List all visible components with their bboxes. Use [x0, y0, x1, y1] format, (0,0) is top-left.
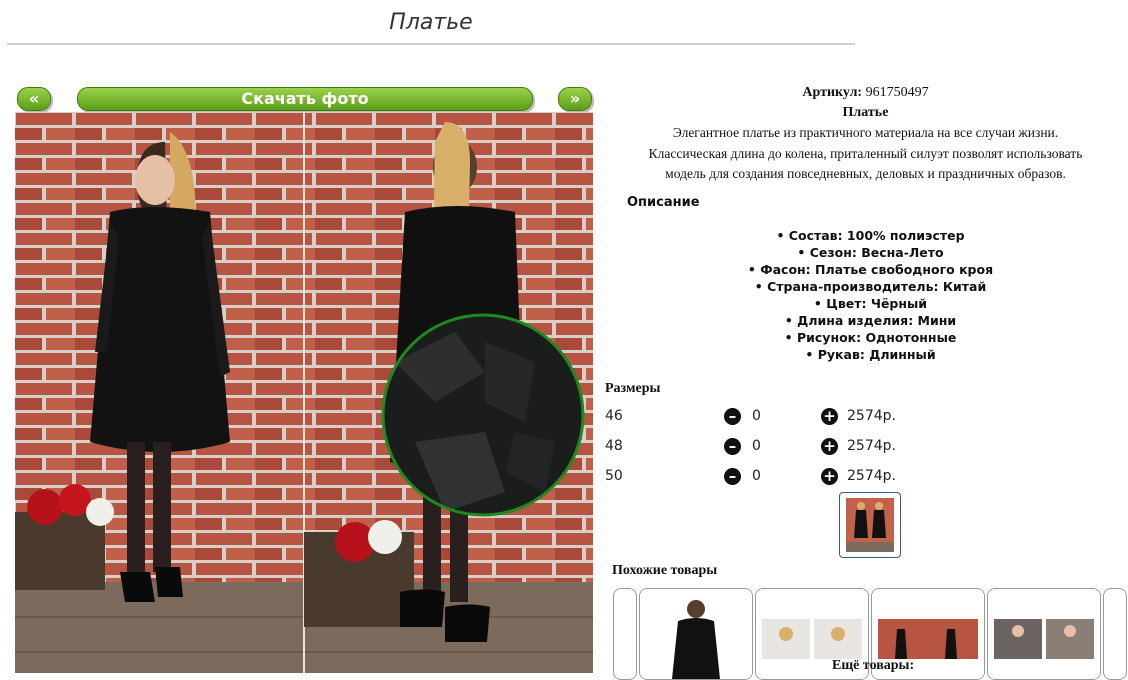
title-bar: Платье [7, 0, 855, 45]
page-title: Платье [389, 10, 473, 35]
size-price: 2574р. [847, 438, 896, 454]
description-line: Элегантное платье из практичного материа… [672, 125, 1059, 140]
similar-heading: Похожие товары [612, 563, 718, 578]
size-label: 46 [605, 408, 623, 424]
description-heading: Описание [627, 195, 700, 210]
size-price: 2574р. [847, 408, 896, 424]
similar-scroll-left[interactable] [613, 588, 637, 680]
spec-item: • Сезон: Весна-Лето [797, 245, 944, 260]
product-info: Артикул: 961750497 Платье Элегантное пла… [603, 83, 1128, 185]
similar-scroll-right[interactable] [1103, 588, 1127, 680]
spec-item: • Состав: 100% полиэстер [776, 228, 965, 243]
plus-circle-icon[interactable]: + [821, 468, 838, 485]
minus-circle-icon[interactable]: – [724, 438, 741, 455]
plus-circle-icon[interactable]: + [821, 408, 838, 425]
size-qty: 0 [752, 468, 761, 484]
size-label: 50 [605, 468, 623, 484]
sku-value: 961750497 [865, 85, 929, 100]
size-label: 48 [605, 438, 623, 454]
plus-circle-icon[interactable]: + [821, 438, 838, 455]
spec-item: • Страна-производитель: Китай [754, 279, 987, 294]
spec-item: • Цвет: Чёрный [813, 296, 928, 311]
spec-item: • Фасон: Платье свободного кроя [747, 262, 994, 277]
sku-label: Артикул: [802, 85, 863, 100]
spec-item: • Рисунок: Однотонные [784, 330, 957, 345]
sizes-heading: Размеры [605, 381, 661, 396]
zoom-lens [381, 313, 585, 517]
description-line: модель для создания повседневных, деловы… [665, 166, 1066, 181]
product-description: Элегантное платье из практичного материа… [603, 123, 1128, 185]
prev-photo-button[interactable]: « [17, 87, 51, 111]
minus-circle-icon[interactable]: – [724, 468, 741, 485]
minus-circle-icon[interactable]: – [724, 408, 741, 425]
download-photo-button[interactable]: Скачать фото [77, 87, 533, 111]
size-qty: 0 [752, 408, 761, 424]
description-line: Классическая длина до колена, приталенны… [648, 145, 1083, 161]
product-photo[interactable] [15, 112, 593, 673]
sku-line: Артикул: 961750497 [603, 83, 1128, 103]
similar-item[interactable] [987, 588, 1101, 680]
photo-thumbnail[interactable] [839, 492, 901, 558]
spec-item: • Рукав: Длинный [805, 347, 936, 362]
spec-item: • Длина изделия: Мини [784, 313, 957, 328]
size-price: 2574р. [847, 468, 896, 484]
size-qty: 0 [752, 438, 761, 454]
product-name: Платье [842, 105, 889, 120]
thumbnail-image [846, 498, 894, 552]
similar-item[interactable] [639, 588, 753, 680]
spec-list: • Состав: 100% полиэстер • Сезон: Весна-… [603, 227, 1128, 363]
more-products-heading: Ещё товары: [832, 658, 915, 673]
next-photo-button[interactable]: » [558, 87, 592, 111]
